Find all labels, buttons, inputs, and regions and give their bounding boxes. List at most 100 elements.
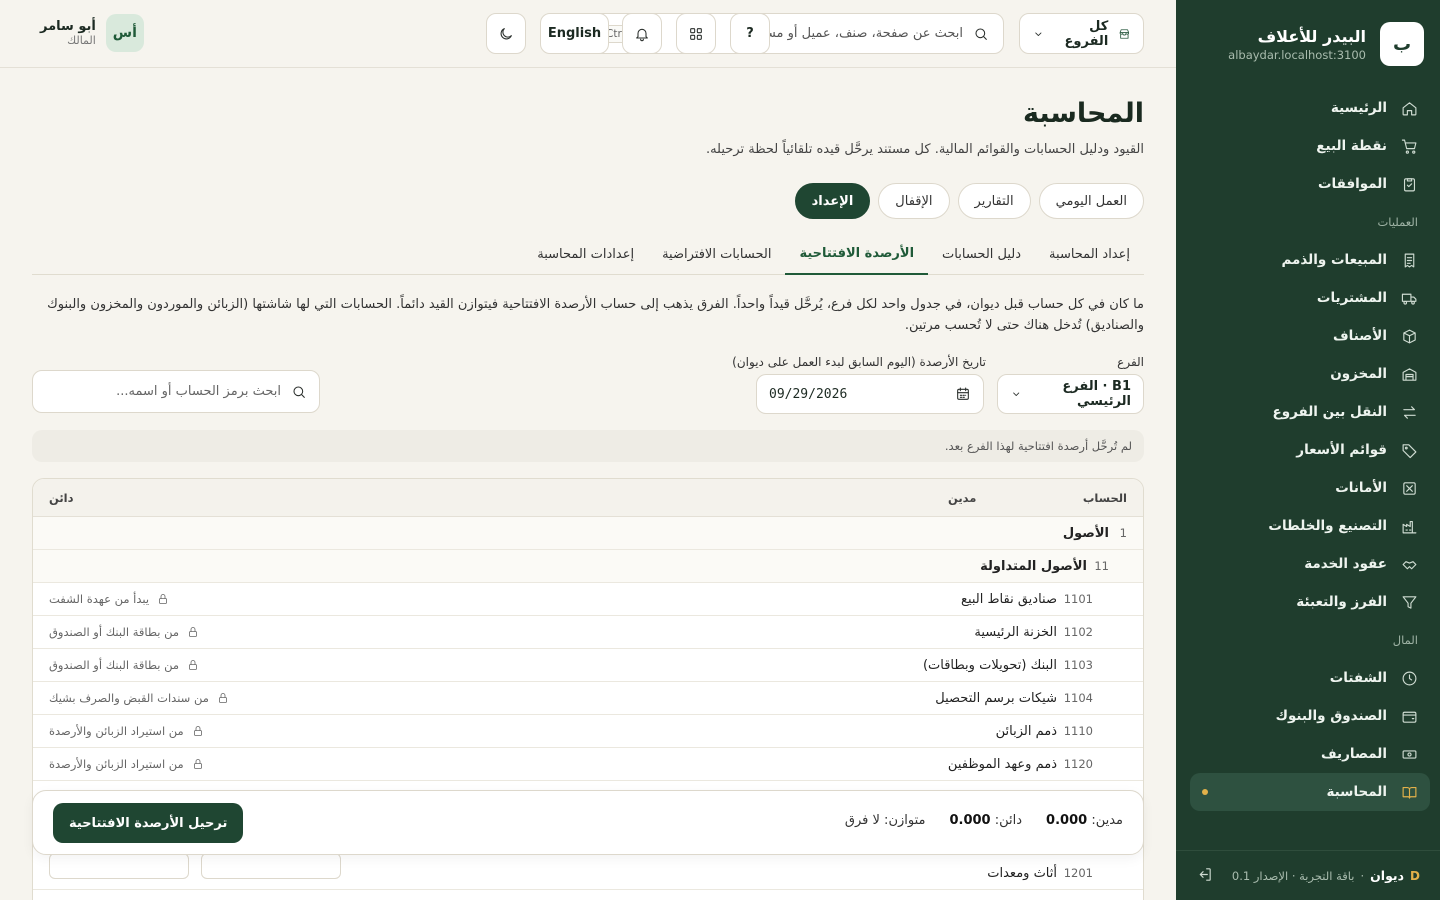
account-name: صناديق نقاط البيع [961,591,1057,607]
sidebar-item-label: الفرز والتعبئة [1296,594,1387,610]
sidebar-item-accounting[interactable]: المحاسبة [1190,773,1430,811]
account-name: ذمم الزبائن [995,723,1057,739]
table-row: 1120 ذمم وعهد الموظفين من استيراد الزبائ… [33,748,1143,781]
credit-input[interactable] [49,853,189,879]
sidebar-item-home[interactable]: الرئيسية [1190,89,1430,127]
notifications-button[interactable] [622,13,662,54]
tab-accounting-settings[interactable]: إعدادات المحاسبة [523,234,648,275]
sidebar-item-label: نقطة البيع [1316,138,1387,154]
sidebar-item-approvals[interactable]: الموافقات [1190,165,1430,203]
chevron-down-icon [1013,392,1020,396]
group-name: الأصول المتداولة [980,558,1087,574]
tab-chart-of-accounts[interactable]: دليل الحسابات [928,234,1035,275]
balances-date-input[interactable]: 09/29/2026 [756,374,984,414]
sidebar-item-cash-banks[interactable]: الصندوق والبنوك [1190,697,1430,735]
locked-note-text: من استيراد الزبائن والأرصدة [49,757,184,771]
sidebar-item-label: الموافقات [1317,176,1387,192]
avatar: أس [105,14,144,52]
pill-closing[interactable]: الإقفال [878,183,950,219]
app-name: ديوان [1370,868,1405,883]
lock-icon [193,726,202,736]
lock-icon [159,594,167,604]
sidebar-item-manufacturing[interactable]: التصنيع والخلطات [1190,507,1430,545]
sidebar-item-inventory[interactable]: المخزون [1190,355,1430,393]
search-icon [293,385,305,398]
sidebar-item-label: الرئيسية [1330,100,1387,116]
search-icon [975,27,987,40]
credit-total-value: 0.000 [949,813,991,828]
branch-select[interactable]: B1 · الفرع الرئيسي [997,374,1144,414]
sidebar-item-price-lists[interactable]: قوائم الأسعار [1190,431,1430,469]
account-name: البنك (تحويلات وبطاقات) [922,657,1057,673]
box-icon [1403,329,1416,343]
sidebar-item-label: المصاريف [1320,746,1387,762]
grid-icon [690,27,702,40]
search-placeholder: ابحث عن صفحة، صنف، عميل أو مستند... [737,26,963,41]
account-search-input[interactable]: ابحث برمز الحساب أو اسمه... [32,370,320,413]
totals: مدين: 0.000 دائن: 0.000 متوازن: لا فرق [845,813,1123,828]
pill-reports[interactable]: التقارير [957,183,1031,219]
tab-accounting-setup[interactable]: إعداد المحاسبة [1035,234,1144,275]
subtabs: إعداد المحاسبة دليل الحسابات الأرصدة الا… [32,234,1144,275]
sidebar-item-service-contracts[interactable]: عقود الخدمة [1190,545,1430,583]
debit-total: مدين: 0.000 [1046,813,1123,828]
apps-button[interactable] [676,13,716,54]
sidebar-item-transfers[interactable]: النقل بين الفروع [1190,393,1430,431]
table-row: 1102 الخزنة الرئيسية من بطاقة البنك أو ا… [33,616,1143,649]
bell-icon [636,28,648,41]
pill-setup[interactable]: الإعداد [794,183,871,219]
sidebar-item-items[interactable]: الأصناف [1190,317,1430,355]
user-name: أبو سامر [40,19,96,34]
transfer-icon [1403,405,1416,419]
sidebar-item-sales[interactable]: المبيعات والذمم [1190,241,1430,279]
sidebar-item-purchases[interactable]: المشتريات [1190,279,1430,317]
account-name: الخزنة الرئيسية [974,624,1057,640]
help-button[interactable]: ? [730,13,770,54]
credit-total: دائن: 0.000 [949,813,1022,828]
factory-icon [1402,520,1417,533]
sidebar-item-label: النقل بين الفروع [1272,404,1387,420]
group-code: 11 [1094,559,1109,573]
group-code: 1 [1119,526,1127,540]
sidebar-item-label: المبيعات والذمم [1281,252,1387,268]
account-code: 1101 [1063,592,1093,606]
tab-opening-balances[interactable]: الأرصدة الافتتاحية [785,234,929,275]
branch-filter-select[interactable]: كل الفروع [1019,13,1144,54]
group-row[interactable]: 11 الأصول المتداولة [33,550,1143,583]
book-icon [1402,786,1417,799]
brand[interactable]: ب البيدر للأعلاف albaydar.localhost:3100 [1228,22,1424,66]
language-toggle-button[interactable]: English [540,13,609,54]
debit-input[interactable] [201,853,341,879]
pill-daily-work[interactable]: العمل اليومي [1038,183,1144,219]
sidebar-item-label: قوائم الأسعار [1296,442,1387,458]
table-row: 1201 أثاث ومعدات [33,853,1143,890]
table-row: 1103 البنك (تحويلات وبطاقات) من بطاقة ال… [33,649,1143,682]
sidebar-item-expenses[interactable]: المصاريف [1190,735,1430,773]
sidebar-nav: الرئيسية نقطة البيع الموافقات العمليات ا… [1190,89,1430,811]
sidebar-item-consignments[interactable]: الأمانات [1190,469,1430,507]
account-name: شيكات برسم التحصيل [935,690,1057,706]
post-opening-balances-button[interactable]: ترحيل الأرصدة الافتتاحية [53,803,244,843]
account-name: ذمم وعهد الموظفين [947,756,1057,772]
receipt-icon [1404,253,1415,267]
tab-default-accounts[interactable]: الحسابات الافتراضية [648,234,785,275]
user-menu[interactable]: أبو سامر المالك أس [40,14,144,52]
locked-note: من بطاقة البنك أو الصندوق [49,658,199,672]
sidebar-item-label: المحاسبة [1326,784,1387,800]
debit-total-value: 0.000 [1046,813,1088,828]
user-role: المالك [67,34,96,47]
sidebar-section-money: المال [1392,633,1418,647]
account-code: 1102 [1063,625,1093,639]
branch-field-label: الفرع [1117,355,1144,369]
theme-toggle-button[interactable] [486,13,526,54]
store-icon [1119,28,1130,39]
sidebar-item-sorting[interactable]: الفرز والتعبئة [1190,583,1430,621]
group-row[interactable]: 1 الأصول [33,517,1143,550]
sidebar-item-pos[interactable]: نقطة البيع [1190,127,1430,165]
locked-note-text: من سندات القبض والصرف بشيك [49,691,209,705]
account-code: 1120 [1063,757,1093,771]
logout-button[interactable] [1196,866,1213,886]
sidebar-item-shifts[interactable]: الشفتات [1190,659,1430,697]
account-name: أثاث ومعدات [987,865,1057,881]
section-pills: العمل اليومي التقارير الإقفال الإعداد [794,183,1144,219]
